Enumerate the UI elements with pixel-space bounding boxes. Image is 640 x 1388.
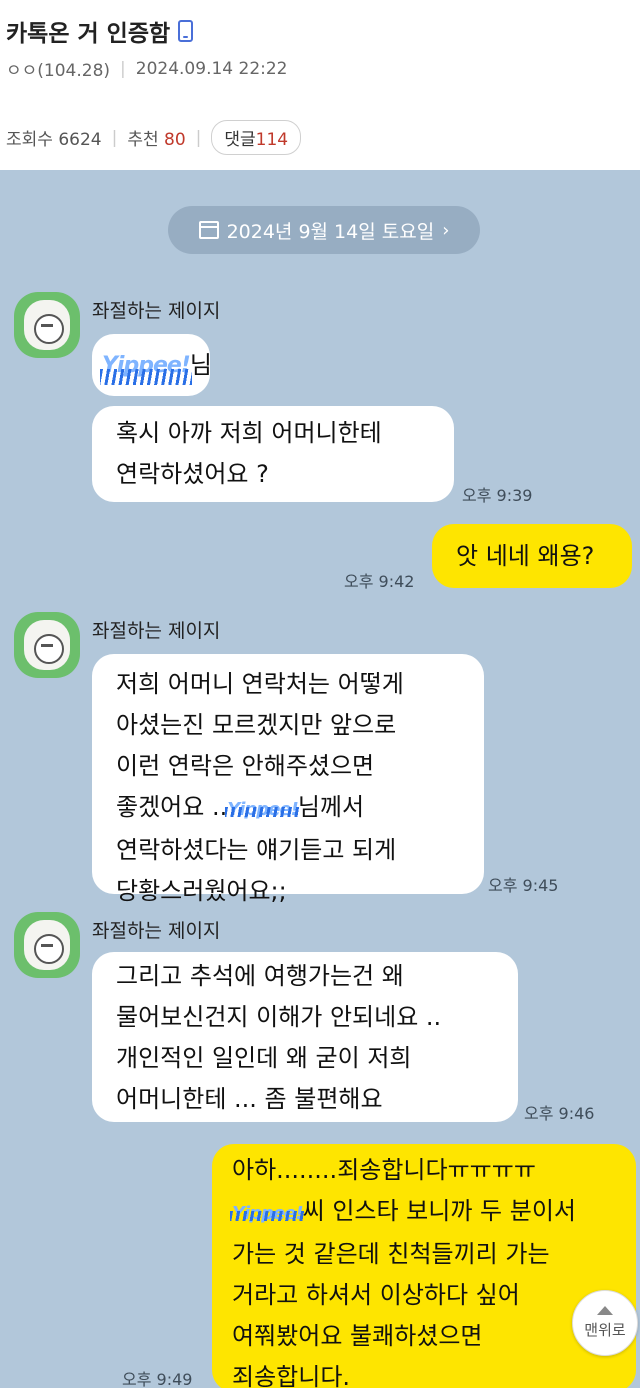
chevron-right-icon: › — [442, 219, 450, 241]
message-text: 님께서 — [297, 793, 365, 821]
message-line: 여쭤봤어요 불쾌하셨으면 — [232, 1322, 483, 1350]
message-time: 오후 9:49 — [122, 1370, 193, 1388]
message-line: 연락하셨어요 ? — [116, 460, 269, 488]
message-bubble: 그리고 추석에 여행가는건 왜 물어보신건지 이해가 안되네요 .. 개인적인 … — [92, 952, 518, 1122]
message-line: 아셨는진 모르겠지만 앞으로 — [116, 711, 397, 739]
message-time: 오후 9:45 — [488, 876, 559, 895]
scroll-to-top-button[interactable]: 맨위로 — [572, 1290, 638, 1356]
message-line: 죄송합니다. — [232, 1363, 351, 1388]
message-line: 어머니한테 ... 좀 불편해요 — [116, 1085, 383, 1113]
recommend-count: 추천 80 — [127, 125, 185, 150]
stats-divider: | — [111, 127, 118, 148]
message-bubble: 저희 어머니 연락처는 어떻게 아셨는진 모르겠지만 앞으로 이런 연락은 안해… — [92, 654, 484, 905]
message-bubble-me: 아하........죄송합니다ㅠㅠㅠㅠ Yippee!씨 인스타 보니까 두 분… — [212, 1144, 636, 1388]
message-line: 이런 연락은 안해주셨으면 — [116, 752, 375, 780]
arrow-up-icon — [597, 1306, 613, 1315]
comments-button[interactable]: 댓글114 — [211, 120, 302, 155]
message-line: 아하........죄송합니다ㅠㅠㅠㅠ — [232, 1156, 536, 1184]
post-title: 카톡온 거 인증함 — [6, 14, 194, 48]
stats-divider: | — [195, 127, 202, 148]
message-time: 오후 9:42 — [344, 572, 415, 591]
message-line: 혹시 아까 저희 어머니한테 — [116, 419, 382, 447]
calendar-icon — [198, 221, 219, 239]
post-stats: 조회수 6624 | 추천 80 | 댓글114 — [0, 100, 640, 170]
message-bubble: Yippee! 님 — [92, 334, 212, 396]
post-title-text: 카톡온 거 인증함 — [6, 21, 171, 47]
message-line: 앗 네네 왜용? — [456, 541, 595, 570]
message-line: 연락하셨다는 얘기듣고 되게 — [116, 836, 397, 864]
message-line: 당황스러웠어요;; — [116, 877, 287, 905]
recommend-number: 80 — [164, 130, 186, 150]
comments-label: 댓글 — [224, 130, 256, 150]
message-line: 가는 것 같은데 친척들끼리 가는 — [232, 1240, 550, 1268]
message-line: 저희 어머니 연락처는 어떻게 — [116, 670, 404, 698]
comments-number: 114 — [255, 130, 289, 150]
post-meta: ㅇㅇ(104.28) | 2024.09.14 22:22 — [6, 56, 288, 82]
recommend-label: 추천 — [127, 130, 159, 150]
message-text: 씨 인스타 보니까 두 분이서 — [302, 1197, 577, 1225]
message-text: 님 — [189, 350, 212, 379]
message-line: 물어보신건지 이해가 안되네요 .. — [116, 1003, 442, 1031]
post-header: 카톡온 거 인증함 ㅇㅇ(104.28) | 2024.09.14 22:22 — [0, 0, 640, 101]
mobile-phone-icon — [178, 20, 194, 42]
message-bubble-me: 앗 네네 왜용? — [432, 524, 632, 588]
sticker-yippee: Yippee! — [100, 345, 192, 386]
sender-name: 좌절하는 제이지 — [92, 300, 221, 322]
message-line: 거라고 하셔서 이상하다 싶어 — [232, 1281, 520, 1309]
view-count: 조회수 6624 — [6, 130, 102, 150]
post-author[interactable]: ㅇㅇ(104.28) — [6, 56, 110, 81]
message-bubble: 혹시 아까 저희 어머니한테 연락하셨어요 ? — [92, 406, 454, 502]
chat-date-divider[interactable]: 2024년 9월 14일 토요일 › — [168, 206, 480, 254]
message-time: 오후 9:46 — [524, 1104, 595, 1123]
sticker-yippee: Yippee! — [230, 1193, 305, 1234]
meta-divider: | — [120, 58, 126, 79]
message-text: 좋겠어요 .. — [116, 793, 228, 821]
avatar[interactable] — [14, 912, 80, 978]
chat-date: 2024년 9월 14일 토요일 — [226, 220, 435, 243]
avatar[interactable] — [14, 292, 80, 358]
chat-screenshot: 2024년 9월 14일 토요일 › 좌절하는 제이지 Yippee! 님 혹시 … — [0, 170, 640, 1388]
sticker-yippee: Yippee! — [225, 789, 300, 830]
post-datetime: 2024.09.14 22:22 — [135, 58, 288, 79]
sender-name: 좌절하는 제이지 — [92, 620, 221, 642]
avatar[interactable] — [14, 612, 80, 678]
message-line: 좋겠어요 ..Yippee!님께서 — [116, 787, 460, 830]
message-line: Yippee!씨 인스타 보니까 두 분이서 — [230, 1191, 612, 1234]
message-time: 오후 9:39 — [462, 486, 533, 505]
message-line: 그리고 추석에 여행가는건 왜 — [116, 962, 404, 990]
sender-name: 좌절하는 제이지 — [92, 920, 221, 942]
scroll-to-top-label: 맨위로 — [584, 1321, 626, 1339]
message-line: 개인적인 일인데 왜 굳이 저희 — [116, 1044, 412, 1072]
